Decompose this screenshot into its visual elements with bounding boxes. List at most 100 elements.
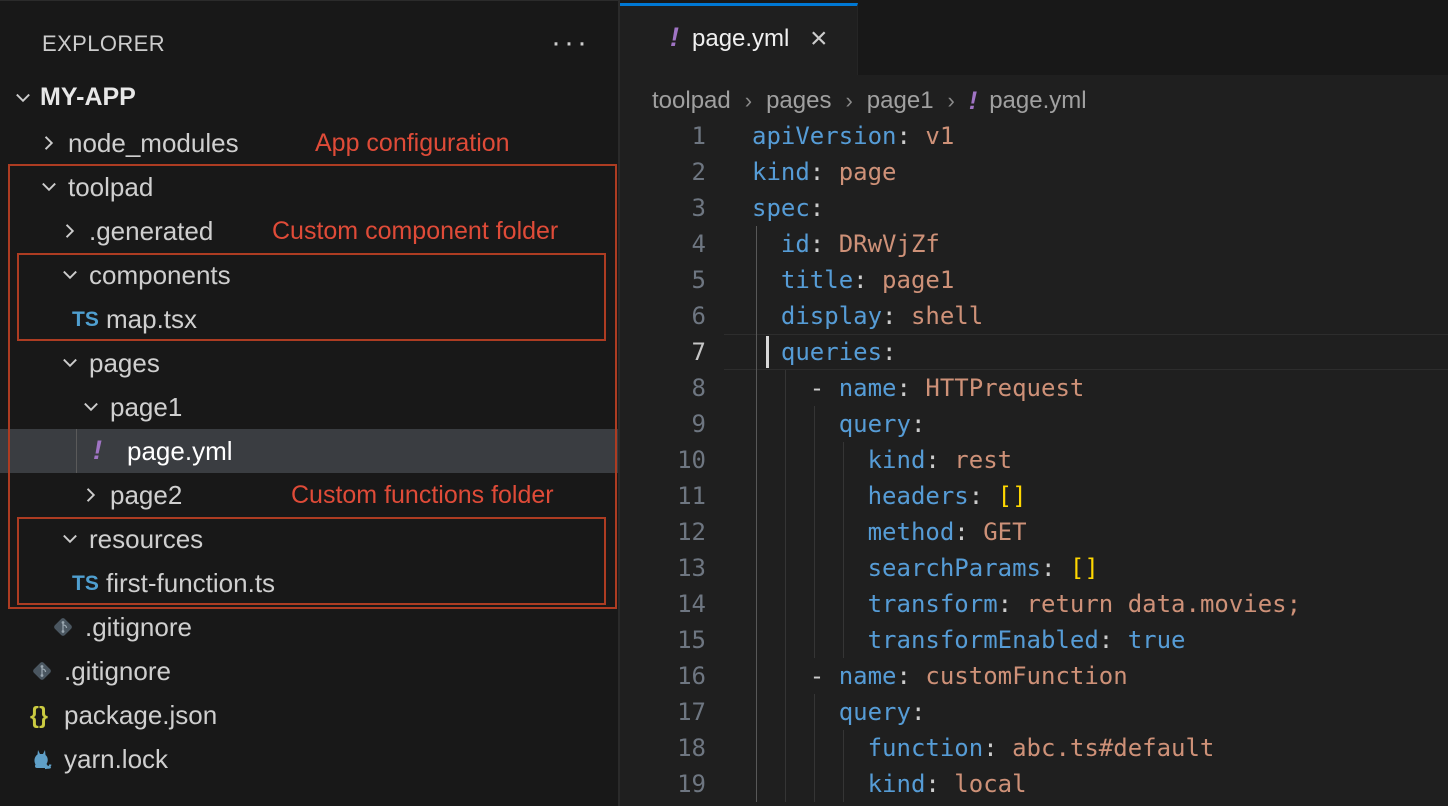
indent-guide	[785, 514, 786, 550]
tab-page-yml[interactable]: ! page.yml ×	[620, 3, 858, 75]
line-number: 11	[620, 478, 706, 514]
line-number: 17	[620, 694, 706, 730]
yaml-value: return data.movies;	[1027, 590, 1302, 618]
code-text: transformEnabled: true	[868, 622, 1186, 658]
indent-guide	[756, 658, 757, 694]
breadcrumb-item-page-yml[interactable]: page.yml	[989, 87, 1086, 115]
indent-guide	[843, 514, 844, 550]
bracket-pair: []	[998, 482, 1027, 510]
code-line-5[interactable]: 5title: page1	[620, 262, 1448, 298]
yaml-value: local	[954, 770, 1026, 798]
indent-guide	[785, 406, 786, 442]
punctuation: :	[911, 410, 925, 438]
indent-guide	[814, 730, 815, 766]
code-text: searchParams: []	[868, 550, 1099, 586]
indent-guide	[785, 442, 786, 478]
chevron-down-icon	[38, 176, 60, 203]
yaml-value: DRwVjZf	[839, 230, 940, 258]
sidebar-file--gitignore[interactable]: .gitignore	[0, 649, 618, 693]
code-text: spec:	[752, 190, 824, 226]
code-line-10[interactable]: 10kind: rest	[620, 442, 1448, 478]
tree-root-my-app[interactable]: MY-APP	[0, 76, 618, 120]
indent-guide	[756, 766, 757, 802]
code-line-15[interactable]: 15transformEnabled: true	[620, 622, 1448, 658]
tree-item-label: page1	[110, 392, 182, 423]
tree-item-label: .generated	[89, 216, 213, 247]
tree-item-label: first-function.ts	[106, 568, 275, 599]
git-icon	[30, 659, 54, 688]
sidebar-folder-toolpad[interactable]: toolpad	[0, 165, 618, 209]
sidebar-file-map-tsx[interactable]: TSmap.tsx	[0, 297, 618, 341]
red-annotation-text: App configuration	[315, 129, 510, 158]
code-line-3[interactable]: 3spec:	[620, 190, 1448, 226]
tree-item-label: .gitignore	[64, 656, 171, 687]
yaml-value: page	[839, 158, 897, 186]
sidebar-folder-resources[interactable]: resources	[0, 517, 618, 561]
indent-guide	[756, 442, 757, 478]
boolean-constant: true	[1128, 626, 1186, 654]
indent-guide	[785, 730, 786, 766]
indent-guide	[843, 442, 844, 478]
tree-item-label: resources	[89, 524, 203, 555]
breadcrumb-item-toolpad[interactable]: toolpad	[652, 87, 731, 115]
yaml-value: v1	[925, 122, 954, 150]
punctuation: :	[969, 482, 998, 510]
red-annotation-text: Custom component folder	[272, 217, 558, 246]
code-line-18[interactable]: 18function: abc.ts#default	[620, 730, 1448, 766]
breadcrumb-separator-icon: ›	[845, 88, 852, 114]
explorer-header: EXPLORER ···	[0, 21, 618, 65]
breadcrumb-item-pages[interactable]: pages	[766, 87, 831, 115]
indent-guide	[785, 766, 786, 802]
code-line-17[interactable]: 17query:	[620, 694, 1448, 730]
indent-guide	[814, 586, 815, 622]
yaml-key: searchParams	[868, 554, 1041, 582]
tree-indent-guide	[76, 429, 77, 473]
sidebar-file-page-yml[interactable]: !page.yml	[0, 429, 618, 473]
code-line-13[interactable]: 13searchParams: []	[620, 550, 1448, 586]
indent-guide	[785, 622, 786, 658]
code-line-8[interactable]: 8- name: HTTPrequest	[620, 370, 1448, 406]
yaml-key: query	[839, 698, 911, 726]
indent-guide	[756, 226, 757, 262]
more-actions-icon[interactable]: ···	[551, 21, 590, 65]
sidebar-folder-components[interactable]: components	[0, 253, 618, 297]
chevron-down-icon	[59, 528, 81, 555]
sidebar-folder--generated[interactable]: .generated Custom component folder	[0, 209, 618, 253]
sidebar-file--gitignore[interactable]: .gitignore	[0, 605, 618, 649]
yaml-key: query	[839, 410, 911, 438]
sidebar-folder-node-modules[interactable]: node_modulesApp configuration	[0, 121, 618, 165]
breadcrumb-item-page1[interactable]: page1	[867, 87, 934, 115]
close-icon[interactable]: ×	[810, 22, 828, 56]
code-line-9[interactable]: 9query:	[620, 406, 1448, 442]
sidebar-folder-page2[interactable]: page2Custom functions folder	[0, 473, 618, 517]
sidebar-file-package-json[interactable]: {}package.json	[0, 693, 618, 737]
line-number: 19	[620, 766, 706, 802]
code-editor[interactable]: 1apiVersion: v12kind: page3spec:4id: DRw…	[620, 118, 1448, 806]
sidebar-folder-pages[interactable]: pages	[0, 341, 618, 385]
breadcrumb-separator-icon: ›	[948, 88, 955, 114]
yaml-key: display	[781, 302, 882, 330]
punctuation: -	[810, 662, 839, 690]
code-line-6[interactable]: 6display: shell	[620, 298, 1448, 334]
sidebar-file-first-function-ts[interactable]: TSfirst-function.ts	[0, 561, 618, 605]
code-text: headers: []	[868, 478, 1027, 514]
indent-guide	[814, 478, 815, 514]
code-line-11[interactable]: 11 headers: []	[620, 478, 1448, 514]
code-line-1[interactable]: 1apiVersion: v1	[620, 118, 1448, 154]
sidebar-folder-page1[interactable]: page1	[0, 385, 618, 429]
tree-item-label: components	[89, 260, 231, 291]
code-line-19[interactable]: 19kind: local	[620, 766, 1448, 802]
code-text: kind: rest	[868, 442, 1013, 478]
code-line-14[interactable]: 14transform: return data.movies;	[620, 586, 1448, 622]
code-line-4[interactable]: 4id: DRwVjZf	[620, 226, 1448, 262]
yaml-value: rest	[954, 446, 1012, 474]
sidebar-file-yarn-lock[interactable]: yarn.lock	[0, 737, 618, 781]
code-line-7[interactable]: 7queries:	[620, 334, 1448, 370]
indent-guide	[785, 550, 786, 586]
code-line-16[interactable]: 16- name: customFunction	[620, 658, 1448, 694]
indent-guide	[756, 262, 757, 298]
punctuation: :	[925, 770, 954, 798]
code-line-2[interactable]: 2kind: page	[620, 154, 1448, 190]
yaml-key: id	[781, 230, 810, 258]
code-line-12[interactable]: 12method: GET	[620, 514, 1448, 550]
